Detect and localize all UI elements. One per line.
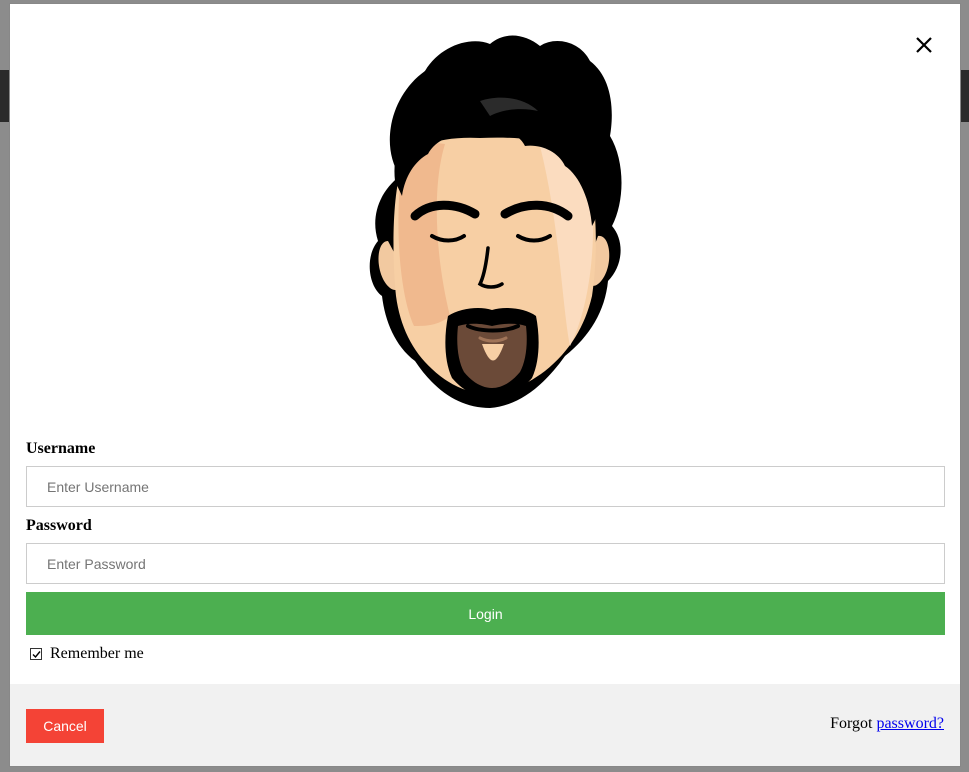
login-button[interactable]: Login — [26, 592, 945, 635]
checkmark-icon — [32, 651, 41, 659]
remember-me-row: Remember me — [26, 644, 946, 664]
forgot-password-text: Forgot password? — [830, 715, 944, 733]
modal-footer: Cancel Forgot password? — [10, 684, 960, 766]
forgot-prefix: Forgot — [830, 715, 873, 732]
remember-me-label: Remember me — [50, 645, 144, 662]
avatar-icon — [369, 35, 622, 409]
cancel-button[interactable]: Cancel — [26, 709, 104, 743]
login-modal: Username Password Login Remember me Canc… — [9, 3, 961, 767]
login-form: Username Password Login Remember me — [26, 438, 946, 664]
username-input[interactable] — [26, 466, 945, 507]
password-label: Password — [26, 517, 92, 534]
forgot-password-link[interactable]: password? — [876, 715, 944, 732]
close-icon — [916, 37, 932, 53]
close-button[interactable] — [913, 34, 935, 56]
remember-me-checkbox[interactable] — [30, 648, 42, 660]
password-input[interactable] — [26, 543, 945, 584]
username-label: Username — [26, 440, 96, 457]
